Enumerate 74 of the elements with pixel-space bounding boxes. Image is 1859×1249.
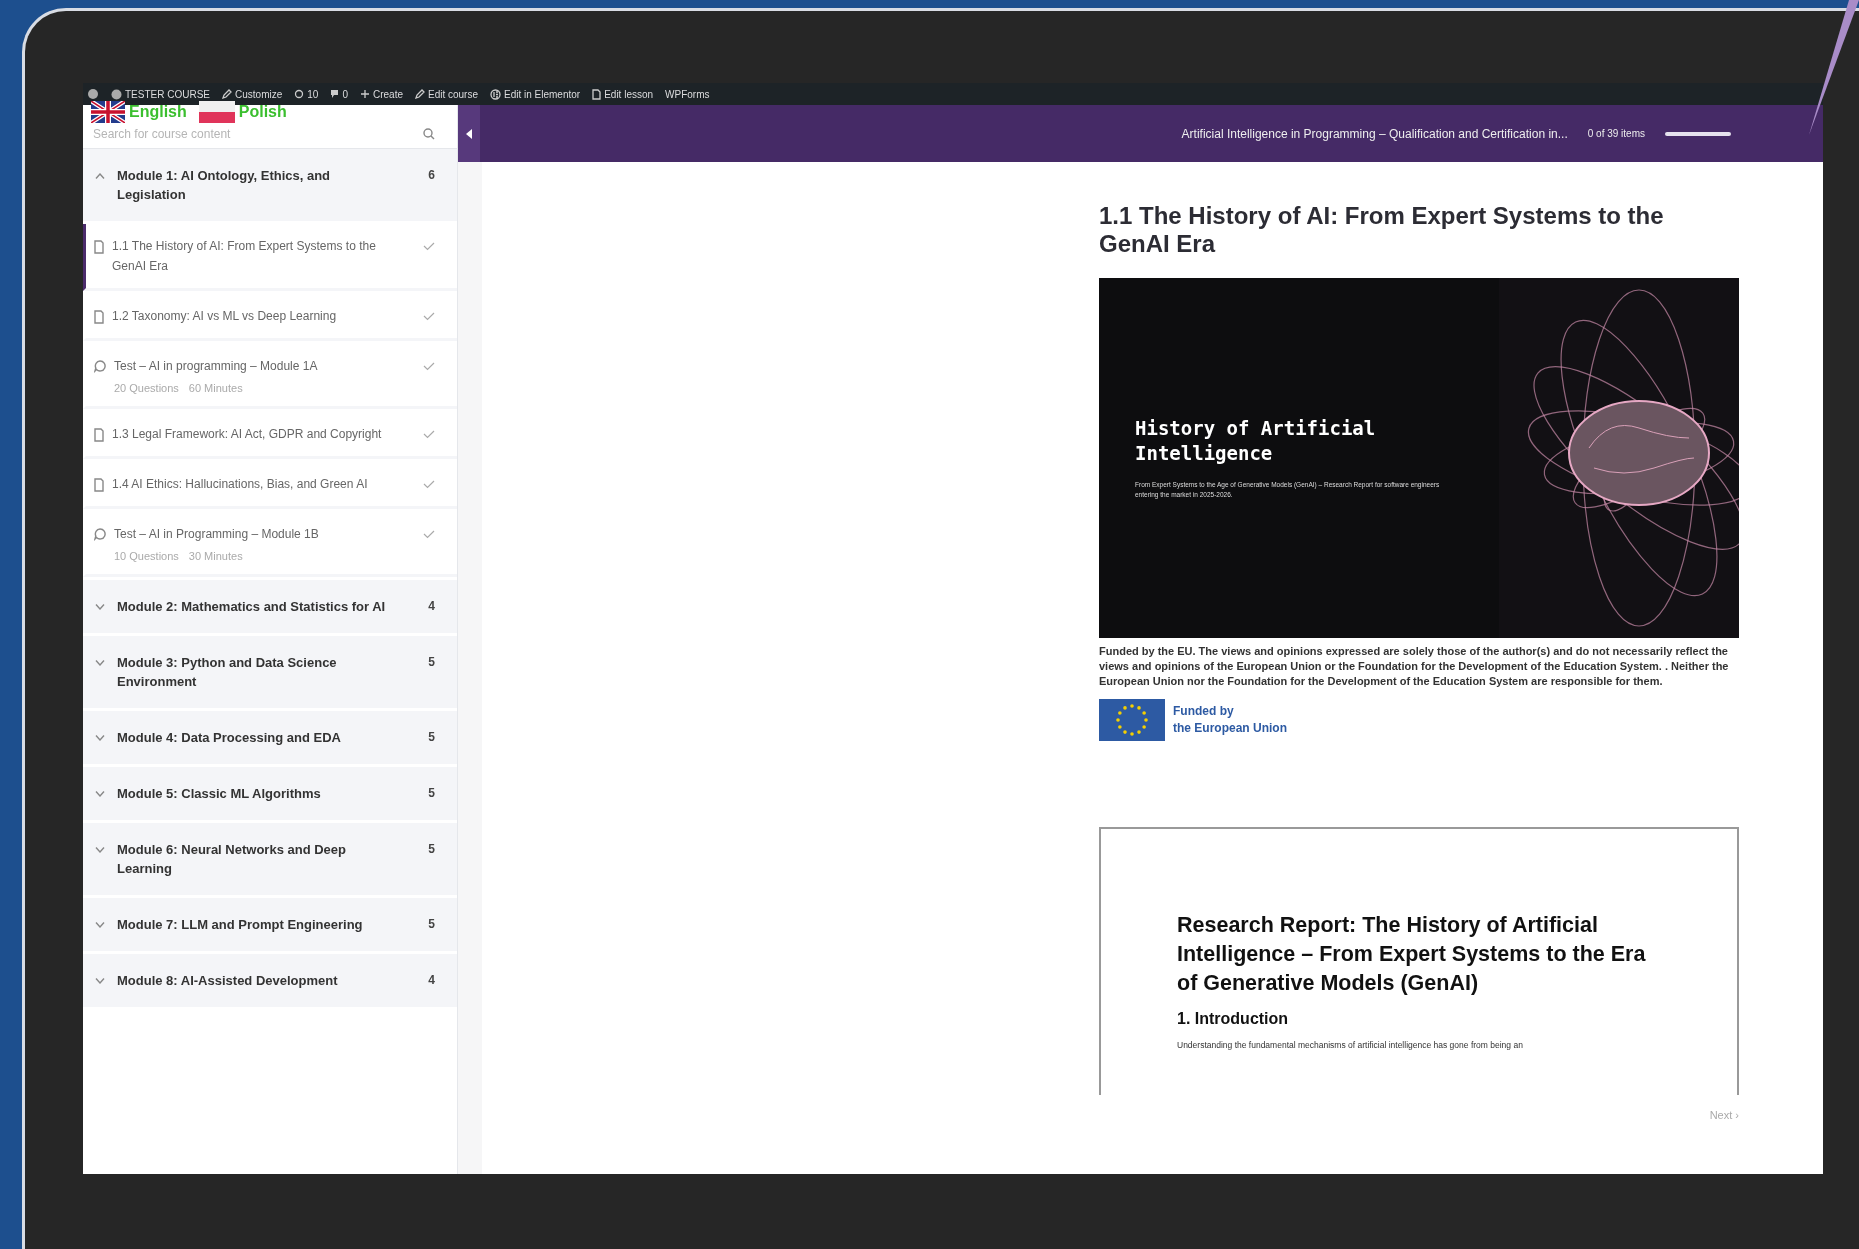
site-name-link[interactable]: TESTER COURSE: [111, 88, 210, 100]
module-title: Module 2: Mathematics and Statistics for AI: [117, 598, 387, 616]
item-count: 4: [428, 972, 435, 989]
admin-bar-item[interactable]: Edit in Elementor: [490, 88, 581, 100]
module-header[interactable]: Module 6: Neural Networks and Deep Learning 5: [83, 823, 457, 895]
logo-icon: [87, 88, 99, 100]
lesson-title: 1.2 Taxonomy: AI vs ML vs Deep Learning: [112, 308, 338, 325]
chevron-down-icon: [95, 791, 105, 797]
module-title: Module 5: Classic ML Algorithms: [117, 785, 322, 803]
quiz-meta: 10 Questions: [114, 550, 179, 562]
module-header[interactable]: Module 8: AI-Assisted Development 4: [83, 954, 457, 1007]
item-count: 5: [428, 729, 435, 746]
document-title: Research Report: The History of Artificial Intelligence – From Expert Systems to the Era of Generative Models (GenAI): [1177, 912, 1647, 997]
module-header[interactable]: Module 7: LLM and Prompt Engineering 5: [83, 898, 457, 951]
lesson-title: 1.1 The History of AI: From Expert Systems to the GenAI Era: [112, 238, 377, 275]
admin-bar-item[interactable]: 0: [330, 88, 348, 100]
comment-icon: [330, 89, 340, 99]
slide-title: History of Artificial Intelligence: [1135, 416, 1377, 466]
pencil-icon: [414, 89, 425, 99]
chevron-down-icon: [95, 922, 105, 928]
eu-flag-icon: [1099, 699, 1165, 741]
chevron-up-icon: [95, 173, 105, 179]
module-title: Module 4: Data Processing and EDA: [117, 729, 342, 747]
module-header[interactable]: Module 1: AI Ontology, Ethics, and Legislation 6: [83, 149, 457, 221]
refresh-icon: [294, 89, 305, 99]
funding-disclaimer: Funded by the EU. The views and opinions expressed are solely those of the author(s) and do not necessarily reflect the views and opinions of the European Union or the Foundation for the Development of the Education System. . Neither the European Union nor the Foundation for the Development of the Education System are responsible for them.: [1099, 644, 1730, 689]
collapse-sidebar-button[interactable]: [458, 105, 480, 162]
eu-logo-text: Funded by the European Union: [1173, 703, 1287, 737]
module-title: Module 7: LLM and Prompt Engineering: [117, 916, 364, 934]
module-title: Module 6: Neural Networks and Deep Learning: [117, 841, 347, 878]
item-count: 5: [428, 916, 435, 933]
item-count: 6: [428, 167, 435, 184]
search-field[interactable]: Search for course content: [91, 125, 423, 142]
lesson-title: 1.3 Legal Framework: AI Act, GDPR and Copyright: [112, 426, 383, 443]
search-icon: [423, 127, 435, 140]
admin-bar-item[interactable]: Create: [359, 88, 403, 100]
chevron-down-icon: [95, 604, 105, 610]
module-title: Module 8: AI-Assisted Development: [117, 972, 339, 990]
lesson-heading: 1.1 The History of AI: From Expert Systems to the GenAI Era: [1099, 202, 1665, 258]
quiz-meta: 30 Minutes: [188, 550, 243, 562]
admin-bar-item[interactable]: Edit course: [414, 88, 478, 100]
chevron-down-icon: [95, 847, 105, 853]
chevron-down-icon: [95, 660, 105, 666]
lesson-title: 1.4 AI Ethics: Hallucinations, Bias, and Green AI: [112, 476, 369, 493]
admin-bar-item[interactable]: WPForms: [665, 88, 710, 100]
caret-icon: [466, 128, 472, 139]
item-count: 5: [428, 785, 435, 802]
pencil-icon: [222, 89, 232, 99]
quiz-meta: 60 Minutes: [188, 382, 243, 394]
item-count: 5: [428, 841, 435, 858]
admin-bar-item[interactable]: Edit lesson: [592, 88, 654, 100]
document-text: Understanding the fundamental mechanisms of artificial intelligence has gone from being an: [1177, 1040, 1524, 1050]
module-header[interactable]: Module 4: Data Processing and EDA 5: [83, 711, 457, 764]
item-count: 4: [428, 598, 435, 615]
module-header[interactable]: Module 5: Classic ML Algorithms 5: [83, 767, 457, 820]
module-header[interactable]: Module 2: Mathematics and Statistics for AI 4: [83, 580, 457, 633]
document-icon: [592, 88, 602, 100]
quiz-meta: 20 Questions: [114, 382, 179, 394]
plus-icon: [359, 89, 370, 99]
chevron-down-icon: [95, 978, 105, 984]
document-section-heading: 1. Introduction: [1177, 1010, 1290, 1028]
item-count: 5: [428, 654, 435, 671]
module-header[interactable]: Module 3: Python and Data Science Environment 5: [83, 636, 457, 708]
course-title: Artificial Intelligence in Programming – Qualification and Certification in...: [1181, 126, 1568, 141]
module-title: Module 3: Python and Data Science Environment: [117, 654, 338, 691]
lesson-title: Test – AI in programming – Module 1A: [114, 358, 319, 375]
lesson-title: Test – AI in Programming – Module 1B: [114, 526, 320, 543]
progress-text: 0 of 39 items: [1587, 128, 1645, 139]
admin-bar-item[interactable]: 10: [294, 88, 319, 100]
admin-bar-item[interactable]: Customize: [222, 88, 283, 100]
lesson-item[interactable]: 1.1 The History of AI: From Expert Systems to the GenAI Era: [83, 224, 457, 291]
circle-logo-icon: [490, 88, 501, 100]
chevron-down-icon: [95, 735, 105, 741]
module-title: Module 1: AI Ontology, Ethics, and Legislation: [117, 167, 332, 204]
